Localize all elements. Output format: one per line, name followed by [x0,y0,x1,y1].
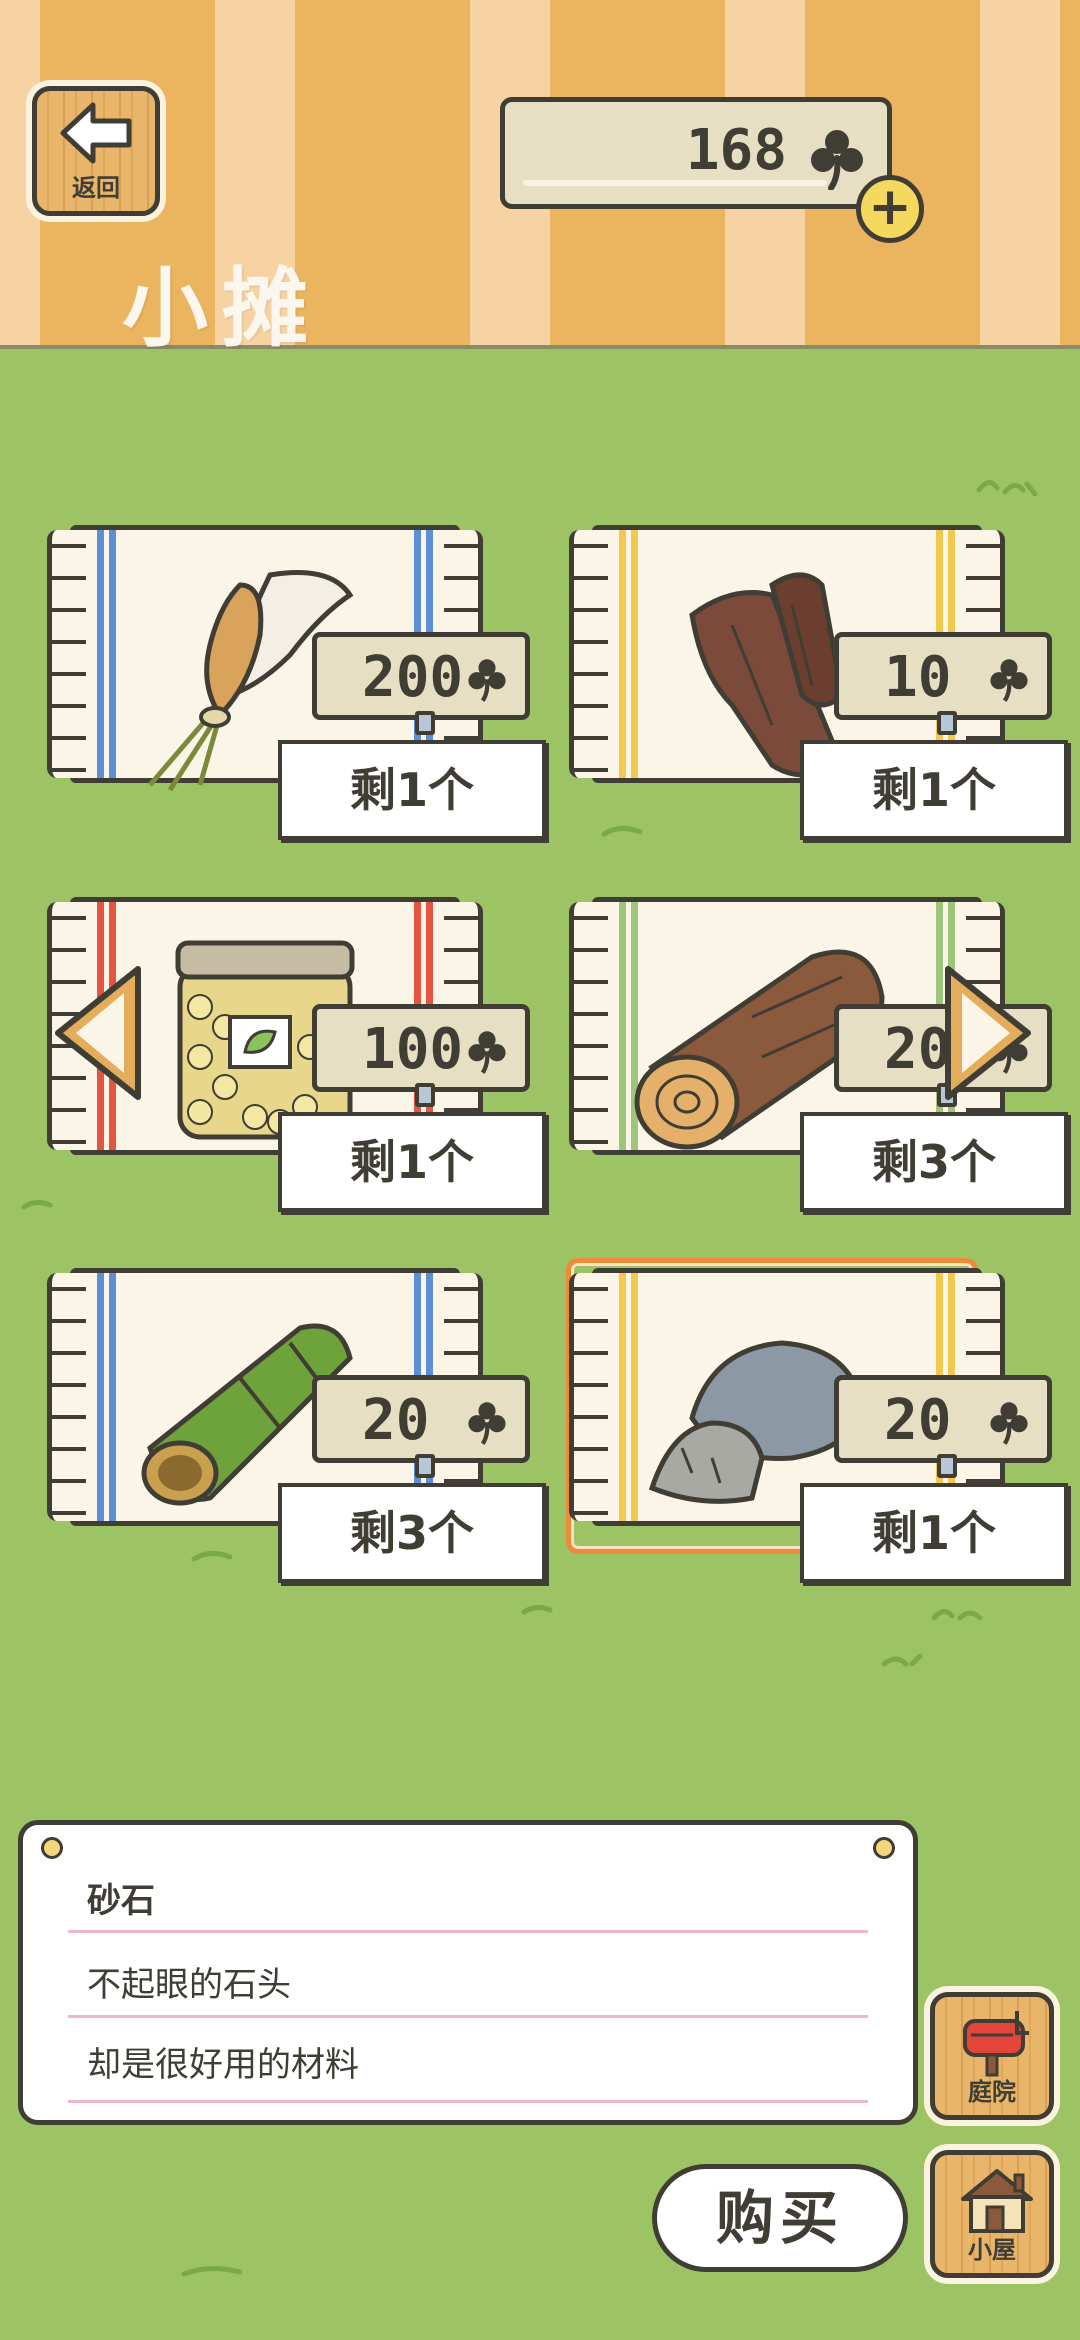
item-price: 20 [362,1388,430,1453]
stock-label: 剩3个 [278,1483,546,1583]
item-description-line: 却是很好用的材料 [87,2045,359,2085]
price-sign: 20 [834,1375,1052,1478]
house-label: 小屋 [968,2236,1016,2264]
item-description-panel: 砂石 不起眼的石头 却是很好用的材料 [18,1820,918,2125]
add-currency-button[interactable]: + [856,175,924,243]
stock-label: 剩1个 [800,740,1068,840]
currency-display: 168 [500,97,892,209]
shop-item-card[interactable]: 20 剩3个 [47,1268,546,1598]
stock-label: 剩3个 [800,1112,1068,1212]
item-description-line: 不起眼的石头 [87,1965,291,2005]
grass-tuft-icon [521,1604,553,1615]
prev-page-arrow-icon[interactable] [50,963,146,1103]
clover-icon [468,1031,506,1074]
currency-value: 168 [685,118,787,183]
clover-icon [468,659,506,702]
page-title: 小摊 [122,259,322,359]
next-page-arrow-icon[interactable] [940,963,1036,1103]
house-button[interactable]: 小屋 [930,2150,1054,2278]
price-sign: 100 [312,1004,530,1107]
clover-icon [990,1402,1028,1445]
clover-icon [468,1402,506,1445]
item-price: 200 [362,645,464,710]
shop-item-card[interactable]: 200 剩1个 [47,525,546,855]
grass-tuft-icon [931,1609,983,1621]
back-arrow-icon [60,102,132,164]
shop-item-card-selected[interactable]: 20 剩1个 [566,1258,1068,1598]
pin-icon [41,1837,63,1859]
price-sign: 10 [834,632,1052,735]
clover-icon [811,130,863,190]
yard-label: 庭院 [968,2078,1016,2106]
pin-icon [873,1837,895,1859]
plus-icon: + [868,177,912,237]
back-button[interactable]: 返回 [32,86,160,216]
buy-button[interactable]: 购买 [652,2164,908,2272]
grass-tuft-icon [976,480,1038,497]
grass-tuft-icon [181,2266,243,2277]
yard-button[interactable]: 庭院 [930,1992,1054,2120]
stock-label: 剩1个 [278,1112,546,1212]
back-label: 返回 [72,174,120,202]
grass-tuft-icon [881,1653,923,1667]
item-name: 砂石 [87,1881,155,1921]
stock-label: 剩1个 [278,740,546,840]
house-icon [961,2169,1033,2233]
stock-label: 剩1个 [800,1483,1068,1583]
price-sign: 200 [312,632,530,735]
item-price: 10 [884,645,952,710]
shop-item-card[interactable]: 10 剩1个 [569,525,1068,855]
mailbox-icon [963,2011,1029,2077]
item-price: 100 [362,1017,464,1082]
clover-icon [990,659,1028,702]
price-sign: 20 [312,1375,530,1478]
item-price: 20 [884,1388,952,1453]
